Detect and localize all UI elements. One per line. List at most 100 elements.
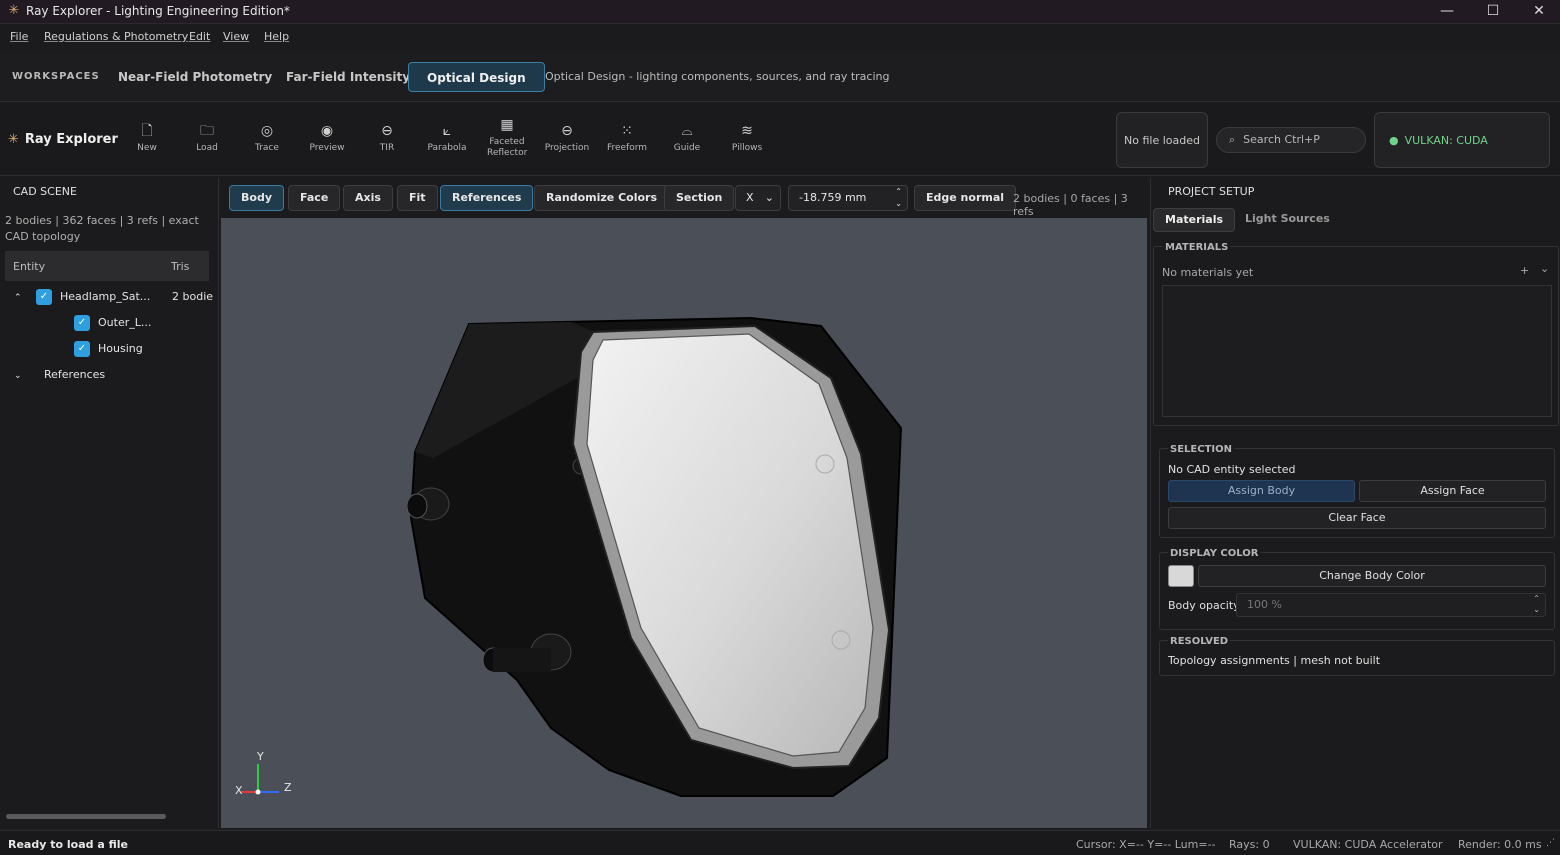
tree-row-headlamp[interactable]: ⌃✓ Headlamp_Sat... 2 bodie [14,284,214,310]
tir-lens-icon: ⊖ [357,122,417,140]
axis-button[interactable]: Axis [343,185,393,211]
tab-optical-design[interactable]: Optical Design [408,62,545,92]
tree-row-housing[interactable]: ✓ Housing [74,336,143,362]
grid-dots-icon: ⁙ [597,122,657,140]
tool-trace[interactable]: ◎Trace [237,122,297,153]
edge-mode-button[interactable]: Edge normal [914,185,1016,211]
resolved-title: RESOLVED [1168,636,1230,647]
tool-load[interactable]: 🗀 Load [177,122,237,153]
randomize-colors-button[interactable]: Randomize Colors [534,185,669,211]
section-offset-spinbox[interactable]: -18.759 mm⌃⌄ [788,185,908,211]
body-button[interactable]: Body [229,185,284,211]
section-button[interactable]: Section [664,185,734,211]
close-icon[interactable]: ✕ [1516,0,1560,24]
tool-new[interactable]: 🗋New [117,122,177,153]
preview-eye-icon: ◉ [297,122,357,140]
tool-parabola[interactable]: ⟀Parabola [417,122,477,153]
cad-scene-panel: CAD SCENE 2 bodies | 362 faces | 3 refs … [0,178,219,828]
col-entity[interactable]: Entity [13,260,45,273]
tool-guide[interactable]: ⌓Guide [657,122,717,153]
references-button[interactable]: References [440,185,533,211]
menu-file[interactable]: File [10,30,28,43]
cad-scene-title: CAD SCENE [13,185,77,198]
project-setup-panel: PROJECT SETUP Materials Light Sources MA… [1150,178,1560,828]
minimize-icon[interactable]: — [1424,0,1470,24]
fit-button[interactable]: Fit [397,185,438,211]
opacity-value: 100 % [1247,598,1282,611]
pillows-wave-icon: ≋ [717,122,777,140]
menu-regulations[interactable]: Regulations & Photometry [44,30,188,43]
materials-title: MATERIALS [1163,242,1230,253]
tool-label: Load [196,143,218,153]
checkbox-icon[interactable]: ✓ [74,341,90,357]
axis-triad [241,764,279,795]
materials-list[interactable] [1162,285,1552,417]
tab-light-sources[interactable]: Light Sources [1234,208,1341,232]
entity-tris: 2 bodie [172,284,213,310]
tool-label: Freeform [607,143,647,153]
face-button[interactable]: Face [288,185,340,211]
assign-face-button[interactable]: Assign Face [1359,480,1546,502]
checkbox-icon[interactable]: ✓ [74,315,90,331]
workspaces-label: WORKSPACES [12,71,100,82]
menu-help[interactable]: Help [264,30,289,43]
cad-scene-info: 2 bodies | 362 faces | 3 refs | exact CA… [5,213,215,245]
status-dot-icon: ● [1389,134,1399,147]
tab-materials[interactable]: Materials [1153,208,1235,232]
expand-materials-icon[interactable]: ⌄ [1540,262,1549,275]
resize-grip-icon[interactable]: ⋰ [1546,838,1555,848]
search-box[interactable]: ⌕Search Ctrl+P [1216,127,1366,153]
search-placeholder: Search Ctrl+P [1243,133,1320,146]
tool-pillows[interactable]: ≋Pillows [717,122,777,153]
tree-row-references[interactable]: ⌄References [14,362,105,388]
brand-name: Ray Explorer [25,132,118,147]
tool-faceted-reflector[interactable]: ▦Faceted Reflector [477,116,537,159]
spin-down-icon[interactable]: ⌄ [1533,599,1540,621]
opacity-spinbox[interactable]: 100 %⌃⌄ [1236,593,1546,617]
main-toolbar: ✳Ray Explorer 🗋New 🗀Load ◎Trace ◉Preview… [0,104,1560,176]
color-swatch[interactable] [1168,565,1194,587]
status-bar: Ready to load a file Cursor: X=-- Y=-- L… [0,830,1560,855]
resolved-text: Topology assignments | mesh not built [1168,654,1380,667]
spin-down-icon[interactable]: ⌄ [895,192,902,216]
rays-readout: Rays: 0 [1229,838,1270,851]
eye-icon: ◎ [237,122,297,140]
tool-tir[interactable]: ⊖TIR [357,122,417,153]
maximize-icon[interactable]: ☐ [1470,0,1516,24]
menu-view[interactable]: View [223,30,249,43]
folder-icon: 🗀 [177,122,237,140]
tab-far-field[interactable]: Far-Field Intensity [268,62,428,92]
tab-near-field[interactable]: Near-Field Photometry [100,62,290,92]
axis-z-label: Z [284,781,292,794]
checkbox-icon[interactable]: ✓ [36,289,52,305]
axis-x-label: X [235,784,243,797]
entity-name: Housing [98,342,143,355]
tool-preview[interactable]: ◉Preview [297,122,357,153]
3d-viewport[interactable]: Y X Z [221,218,1147,828]
headlamp-model [221,218,1147,828]
project-setup-title: PROJECT SETUP [1168,185,1254,198]
selection-group: SELECTION No CAD entity selected Assign … [1159,448,1555,538]
expand-chevron-icon[interactable]: ⌄ [14,363,44,389]
horizontal-scrollbar[interactable] [6,814,166,819]
tool-projection[interactable]: ⊖Projection [537,122,597,153]
section-axis-select[interactable]: X⌄ [735,185,781,211]
entity-name: Headlamp_Sat... [60,290,150,303]
collapse-chevron-icon[interactable]: ⌃ [14,285,36,311]
tool-label: Faceted Reflector [487,137,527,159]
assign-body-button[interactable]: Assign Body [1168,480,1355,502]
change-body-color-button[interactable]: Change Body Color [1198,565,1546,587]
backend-readout: VULKAN: CUDA Accelerator [1293,838,1443,851]
tool-freeform[interactable]: ⁙ Freeform [597,122,657,153]
col-tris[interactable]: Tris [171,260,189,273]
menu-edit[interactable]: Edit [189,30,210,43]
accelerator-status: ●VULKAN: CUDA Accelerator [1374,112,1550,168]
projection-lens-icon: ⊖ [537,122,597,140]
tool-label: New [137,143,157,153]
tree-row-outer-lens[interactable]: ✓Outer_L... [74,310,151,336]
opacity-label: Body opacity [1168,599,1240,612]
add-material-icon[interactable]: + [1520,264,1529,277]
clear-face-button[interactable]: Clear Face [1168,507,1546,529]
entity-name: References [44,368,105,381]
render-time-readout: Render: 0.0 ms [1458,838,1542,851]
